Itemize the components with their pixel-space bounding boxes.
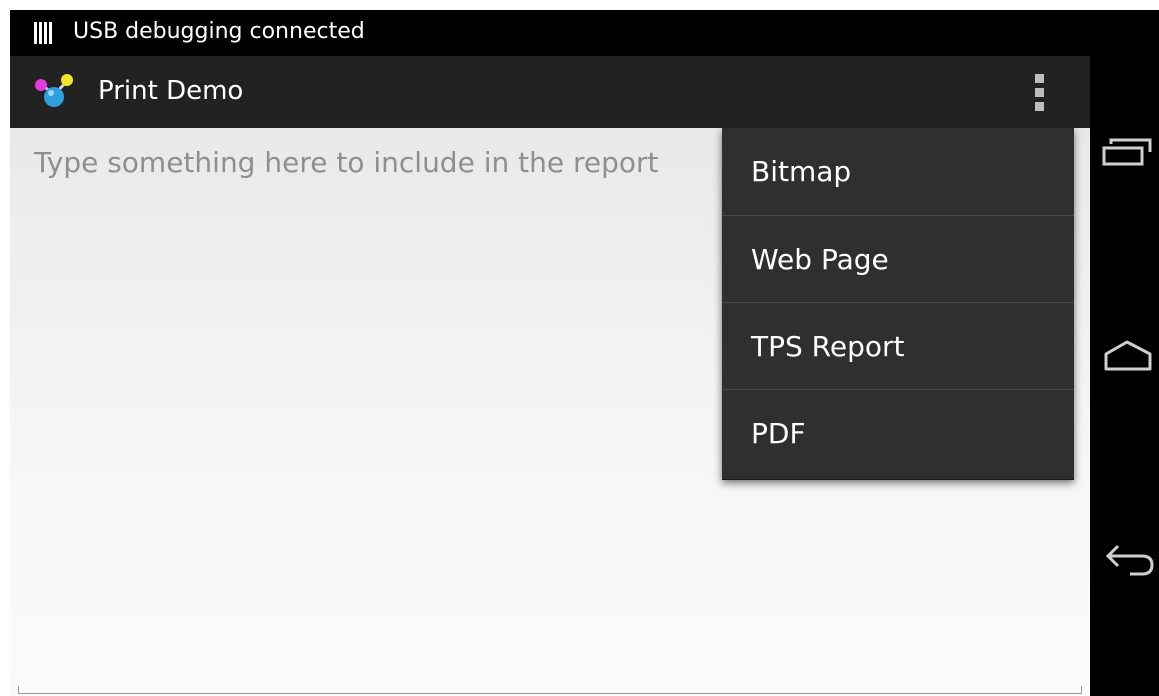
overflow-dropdown-menu: Bitmap Web Page TPS Report PDF	[722, 128, 1074, 480]
status-bar: USB debugging connected	[10, 10, 1159, 56]
usb-debugging-icon	[34, 22, 54, 44]
navigation-bar	[1090, 56, 1159, 696]
menu-item-bitmap[interactable]: Bitmap	[722, 128, 1074, 216]
back-icon[interactable]	[1100, 528, 1159, 588]
home-icon[interactable]	[1100, 326, 1159, 386]
input-underline	[18, 686, 1082, 694]
menu-item-tps-report[interactable]: TPS Report	[722, 303, 1074, 390]
status-notification-text: USB debugging connected	[73, 19, 365, 44]
overflow-menu-icon	[1035, 74, 1044, 83]
app-title: Print Demo	[98, 76, 244, 106]
menu-item-pdf[interactable]: PDF	[722, 390, 1074, 477]
overflow-menu-button[interactable]	[1022, 70, 1058, 114]
action-bar: Print Demo	[10, 56, 1090, 128]
device-screen: USB debugging connected Print Demo Type …	[0, 0, 1159, 696]
menu-item-web-page[interactable]: Web Page	[722, 216, 1074, 303]
recent-apps-icon[interactable]	[1100, 124, 1159, 184]
print-demo-app-icon	[35, 74, 73, 107]
